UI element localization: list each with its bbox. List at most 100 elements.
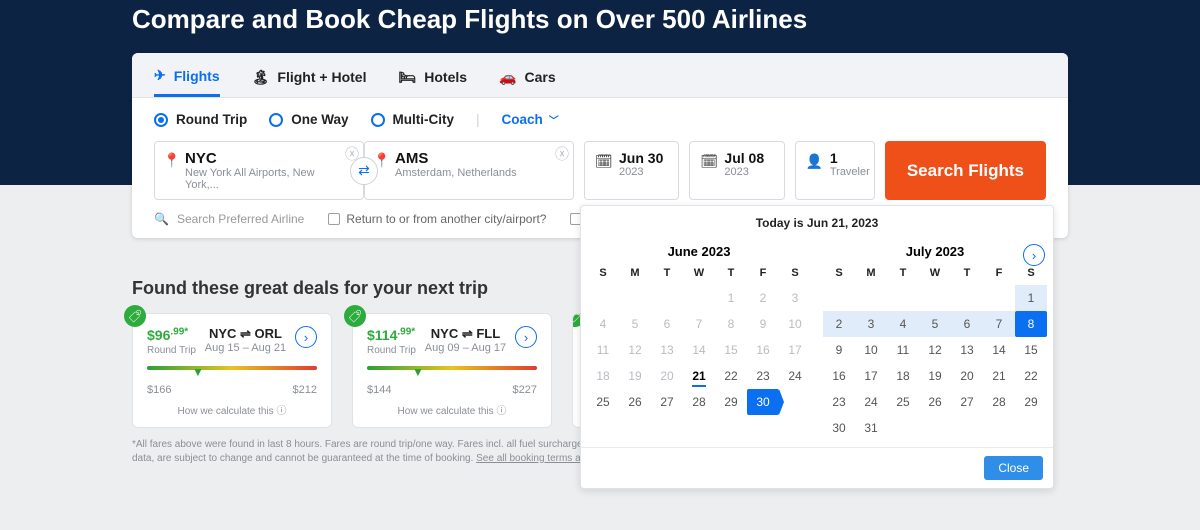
cal-day[interactable]: 31 (855, 415, 887, 441)
cal-day[interactable]: 27 (951, 389, 983, 415)
cal-day: 2 (747, 285, 779, 311)
cal-day[interactable]: 12 (919, 337, 951, 363)
tab-flight-hotel[interactable]: 🏝Flight + Hotel (252, 69, 367, 96)
checkbox-return-other[interactable]: Return to or from another city/airport? (328, 212, 546, 226)
trip-type-row: Round Trip One Way Multi-City | Coach﹀ (154, 112, 1046, 141)
price-high: $227 (513, 384, 537, 396)
cal-day[interactable]: 20 (951, 363, 983, 389)
cal-day[interactable]: 22 (1015, 363, 1047, 389)
cal-day: 12 (619, 337, 651, 363)
return-date-input[interactable]: 🗓 Jul 08 2023 (689, 141, 784, 200)
cal-day-depart[interactable]: 30 (747, 389, 779, 415)
cal-day[interactable]: 18 (887, 363, 919, 389)
cal-day: 19 (619, 363, 651, 389)
how-calculate-link[interactable]: How we calculate this ⓘ (367, 402, 537, 417)
cal-day[interactable]: 28 (683, 389, 715, 415)
cal-day[interactable]: 3 (855, 311, 887, 337)
cal-day[interactable]: 26 (619, 389, 651, 415)
calendar-icon: 🗓 (700, 153, 718, 170)
deal-price: $114.99* (367, 327, 415, 343)
cal-day[interactable]: 19 (919, 363, 951, 389)
cal-day[interactable]: 26 (919, 389, 951, 415)
cal-day: 13 (651, 337, 683, 363)
checkbox-icon (328, 213, 340, 225)
cal-day[interactable]: 16 (823, 363, 855, 389)
calendar-popup: Today is Jun 21, 2023 › June 2023 SMTWTF… (580, 205, 1054, 489)
cal-day: 5 (619, 311, 651, 337)
cal-day[interactable]: 6 (951, 311, 983, 337)
cal-day[interactable]: 29 (1015, 389, 1047, 415)
cal-day-return[interactable]: 8 (1015, 311, 1047, 337)
cal-day[interactable]: 30 (823, 415, 855, 441)
deal-dates: Aug 09 – Aug 17 (425, 342, 506, 354)
cabin-select[interactable]: Coach﹀ (502, 112, 559, 127)
cal-day[interactable]: 17 (855, 363, 887, 389)
cal-day: 16 (747, 337, 779, 363)
tab-cars[interactable]: 🚗Cars (499, 69, 556, 96)
cal-day[interactable]: 5 (919, 311, 951, 337)
cal-day[interactable]: 23 (747, 363, 779, 389)
price-high: $212 (293, 384, 317, 396)
cal-day[interactable]: 29 (715, 389, 747, 415)
calendar-month-1: June 2023 SMTWTFS 123 45678910 111213141… (581, 240, 817, 447)
cal-day: 15 (715, 337, 747, 363)
cal-day[interactable]: 10 (855, 337, 887, 363)
cal-day: 7 (683, 311, 715, 337)
cal-day[interactable]: 15 (1015, 337, 1047, 363)
destination-full: Amsterdam, Netherlands (395, 167, 543, 179)
cal-day[interactable]: 4 (887, 311, 919, 337)
clear-destination-icon[interactable]: ⓧ (555, 144, 569, 164)
radio-round-trip[interactable]: Round Trip (154, 112, 247, 127)
cal-day: 1 (715, 285, 747, 311)
cal-day[interactable]: 28 (983, 389, 1015, 415)
palm-icon: 🏝 (252, 69, 270, 86)
cal-day[interactable]: 21 (983, 363, 1015, 389)
cal-day[interactable]: 13 (951, 337, 983, 363)
deal-card[interactable]: 🏷 $114.99* Round Trip NYC ⇌ FLL Aug 09 –… (352, 313, 552, 428)
cal-day: 4 (587, 311, 619, 337)
radio-one-way[interactable]: One Way (269, 112, 348, 127)
radio-multi-city[interactable]: Multi-City (371, 112, 455, 127)
car-icon: 🚗 (499, 69, 516, 86)
deal-arrow-icon[interactable]: › (295, 326, 317, 348)
cal-day-today[interactable]: 21 (683, 363, 715, 389)
cal-day[interactable]: 27 (651, 389, 683, 415)
cal-day[interactable]: 11 (887, 337, 919, 363)
deal-price: $96.99* (147, 327, 188, 343)
chevron-down-icon: ﹀ (549, 112, 559, 127)
cal-day[interactable]: 25 (587, 389, 619, 415)
calendar-next-button[interactable]: › (1023, 244, 1045, 266)
calendar-icon: 🗓 (595, 153, 613, 170)
deal-arrow-icon[interactable]: › (515, 326, 537, 348)
search-flights-button[interactable]: Search Flights (885, 141, 1046, 200)
travelers-input[interactable]: 👤 1 Traveler (795, 141, 875, 200)
deal-dates: Aug 15 – Aug 21 (205, 342, 286, 354)
swap-button[interactable]: ⇄ (350, 157, 378, 185)
tab-flights[interactable]: ✈Flights (154, 67, 220, 97)
disclaimer-text: *All fares above were found in last 8 ho… (132, 428, 632, 466)
cal-day[interactable]: 24 (855, 389, 887, 415)
calendar-close-button[interactable]: Close (984, 456, 1043, 480)
cal-day[interactable]: 22 (715, 363, 747, 389)
cal-day[interactable]: 2 (823, 311, 855, 337)
cal-day[interactable]: 25 (887, 389, 919, 415)
origin-full: New York All Airports, New York,... (185, 167, 333, 191)
cal-day[interactable]: 14 (983, 337, 1015, 363)
cal-day[interactable]: 1 (1015, 285, 1047, 311)
plane-icon: ✈ (154, 67, 166, 84)
origin-input[interactable]: ⓧ 📍 NYC New York All Airports, New York,… (154, 141, 364, 200)
how-calculate-link[interactable]: How we calculate this ⓘ (147, 402, 317, 417)
cal-day[interactable]: 23 (823, 389, 855, 415)
cal-day[interactable]: 7 (983, 311, 1015, 337)
calendar-month-title: July 2023 (823, 240, 1047, 267)
cal-day[interactable]: 24 (779, 363, 811, 389)
destination-input[interactable]: ⓧ 📍 AMS Amsterdam, Netherlands (364, 141, 574, 200)
cal-day: 18 (587, 363, 619, 389)
tab-hotels[interactable]: 🛏Hotels (398, 69, 467, 96)
deal-card[interactable]: 🏷 $96.99* Round Trip NYC ⇌ ORL Aug 15 – … (132, 313, 332, 428)
cal-day[interactable]: 9 (823, 337, 855, 363)
depart-date-input[interactable]: 🗓 Jun 30 2023 (584, 141, 679, 200)
preferred-airline-input[interactable]: 🔍Search Preferred Airline (154, 212, 304, 226)
calendar-month-2: July 2023 SMTWTFS 1 2345678 910111213141… (817, 240, 1053, 447)
cal-day: 14 (683, 337, 715, 363)
